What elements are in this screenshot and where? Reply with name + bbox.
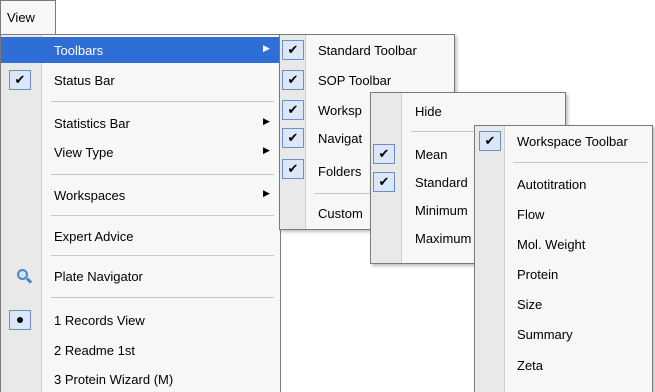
- menu-item-hide[interactable]: Hide: [371, 98, 565, 124]
- menu-separator: [51, 215, 274, 216]
- check-icon: ✔: [282, 40, 304, 60]
- view-dropdown: Toolbars ▶ ✔ Status Bar Statistics Bar ▶…: [0, 34, 281, 392]
- menu-separator: [51, 101, 274, 102]
- workspace-item-label: Mol. Weight: [517, 237, 586, 252]
- view-menu-label: View: [7, 10, 35, 25]
- statistics-bar-label: Statistics Bar: [54, 116, 130, 131]
- menu-separator: [51, 297, 274, 298]
- standard-label: Standard: [415, 175, 468, 190]
- protein-wizard-label: 3 Protein Wizard (M): [54, 372, 174, 387]
- maximum-label: Maximum: [415, 231, 472, 246]
- view-type-label: View Type: [54, 145, 114, 160]
- mean-label: Mean: [415, 147, 448, 162]
- menu-separator: [51, 174, 274, 175]
- check-icon: ✔: [282, 70, 304, 90]
- hide-label: Hide: [415, 104, 442, 119]
- expert-advice-label: Expert Advice: [54, 229, 134, 244]
- submenu-arrow-icon: ▶: [263, 116, 270, 126]
- workspace-item[interactable]: Summary: [475, 321, 652, 347]
- customize-label: Custom: [318, 206, 363, 221]
- workspace-item-label: Autotitration: [517, 177, 587, 192]
- workspace-item[interactable]: Autotitration: [475, 171, 652, 197]
- view-menu[interactable]: View: [0, 0, 56, 34]
- status-bar-label: Status Bar: [54, 73, 115, 88]
- menu-separator: [51, 255, 274, 256]
- menu-item-expert-advice[interactable]: Expert Advice: [1, 223, 280, 249]
- workspaces-submenu: ✔ Workspace Toolbar Autotitration Flow M…: [474, 125, 653, 392]
- menu-item-statistics-bar[interactable]: Statistics Bar ▶: [1, 110, 280, 136]
- workspace-item[interactable]: Flow: [475, 201, 652, 227]
- plate-navigator-label: Plate Navigator: [54, 269, 143, 284]
- check-icon: ✔: [9, 70, 31, 90]
- submenu-arrow-icon: ▶: [263, 145, 270, 155]
- workspace-item[interactable]: Mol. Weight: [475, 231, 652, 257]
- check-icon: ✔: [373, 172, 395, 192]
- magnifier-icon: [15, 267, 33, 285]
- menu-separator: [513, 162, 648, 163]
- menu-item-plate-navigator[interactable]: Plate Navigator: [1, 263, 280, 289]
- menu-bar: View: [0, 0, 655, 34]
- check-icon: ✔: [373, 144, 395, 164]
- menu-item-records-view[interactable]: 1 Records View: [1, 307, 280, 333]
- workspace-item[interactable]: Protein: [475, 261, 652, 287]
- readme-label: 2 Readme 1st: [54, 343, 135, 358]
- submenu-arrow-icon: ▶: [263, 188, 270, 198]
- workspace-item-label: Protein: [517, 267, 559, 282]
- menu-item-sop-toolbar[interactable]: ✔ SOP Toolbar: [280, 67, 454, 93]
- menu-item-workspaces[interactable]: Workspaces ▶: [1, 182, 280, 208]
- folders-toolbar-label: Folders: [318, 164, 362, 179]
- menu-item-readme[interactable]: 2 Readme 1st: [1, 337, 280, 363]
- workspace-item-label: Flow: [517, 207, 545, 222]
- check-icon: ✔: [479, 131, 501, 151]
- check-icon: ✔: [282, 128, 304, 148]
- sop-toolbar-label: SOP Toolbar: [318, 73, 392, 88]
- minimum-label: Minimum: [415, 203, 468, 218]
- workspace-item-label: Summary: [517, 327, 573, 342]
- workspace-item-label: Zeta: [517, 358, 544, 373]
- toolbars-label: Toolbars: [54, 43, 104, 58]
- workspace-item[interactable]: Size: [475, 291, 652, 317]
- check-icon: ✔: [282, 159, 304, 179]
- submenu-arrow-icon: ▶: [263, 43, 270, 53]
- standard-toolbar-label: Standard Toolbar: [318, 43, 417, 58]
- radio-bullet-icon: [9, 310, 31, 330]
- check-icon: ✔: [282, 100, 304, 120]
- menu-item-status-bar[interactable]: ✔ Status Bar: [1, 67, 280, 93]
- menu-item-protein-wizard[interactable]: 3 Protein Wizard (M): [1, 366, 280, 392]
- workspace-toolbar-toggle-label: Workspace Toolbar: [517, 134, 628, 149]
- menu-item-standard-toolbar[interactable]: ✔ Standard Toolbar: [280, 37, 454, 63]
- navigator-toolbar-label: Navigat: [318, 131, 363, 146]
- workspace-item[interactable]: Zeta: [475, 352, 652, 378]
- menu-item-toolbars[interactable]: Toolbars ▶: [1, 37, 280, 63]
- workspace-item-label: Size: [517, 297, 543, 312]
- records-view-label: 1 Records View: [54, 313, 145, 328]
- workspaces-label: Workspaces: [54, 188, 126, 203]
- menu-item-workspace-toolbar-toggle[interactable]: ✔ Workspace Toolbar: [475, 128, 652, 154]
- workspace-toolbar-label: Worksp: [318, 103, 362, 118]
- menu-item-view-type[interactable]: View Type ▶: [1, 139, 280, 165]
